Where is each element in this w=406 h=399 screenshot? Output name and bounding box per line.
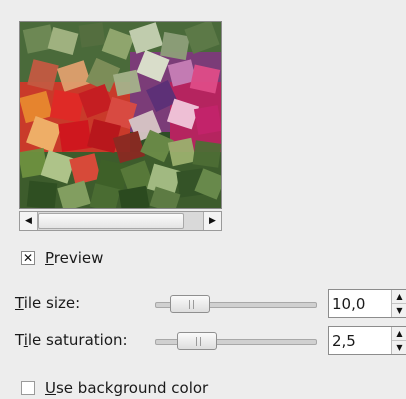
spin-up-icon[interactable]: ▲ [392, 290, 406, 304]
preview-toggle[interactable]: ✕ Preview [21, 249, 103, 267]
tile-size-value[interactable]: 10,0 [332, 295, 365, 313]
spin-down-icon[interactable]: ▼ [392, 304, 406, 317]
tile-size-spinbutton[interactable]: 10,0 ▲ ▼ [328, 289, 406, 318]
tile-size-label-rest: ile size: [23, 294, 81, 312]
tile-saturation-label-prefix: T [15, 331, 24, 349]
tile-saturation-spin-buttons[interactable]: ▲ ▼ [391, 327, 406, 354]
tile-saturation-label: Tile saturation: [15, 331, 128, 349]
preview-label-mnemonic: P [45, 249, 54, 267]
tile-saturation-slider[interactable] [155, 332, 317, 350]
tile-saturation-slider-handle[interactable] [177, 332, 217, 350]
scroll-left-arrow-icon[interactable]: ◀ [20, 212, 38, 230]
preview-horizontal-scrollbar[interactable]: ◀ ▶ [19, 211, 222, 231]
tile-size-label-mnemonic: T [15, 294, 24, 312]
spin-down-icon[interactable]: ▼ [392, 341, 406, 354]
preview-label-rest: review [53, 249, 104, 267]
tile-size-label: Tile size: [15, 294, 80, 312]
spin-up-icon[interactable]: ▲ [392, 327, 406, 341]
tile-size-slider-handle[interactable] [170, 295, 210, 313]
use-background-color-checkbox[interactable] [21, 381, 35, 395]
tile-saturation-label-rest: le saturation: [27, 331, 128, 349]
tile-saturation-value[interactable]: 2,5 [332, 332, 356, 350]
use-background-color-toggle[interactable]: Use background color [21, 379, 208, 397]
scroll-right-arrow-icon[interactable]: ▶ [203, 212, 221, 230]
mosaic-preview-graphic [20, 22, 221, 208]
tile-saturation-spinbutton[interactable]: 2,5 ▲ ▼ [328, 326, 406, 355]
use-background-color-label: Use background color [45, 379, 208, 397]
use-background-color-label-rest: se background color [55, 379, 209, 397]
preview-label: Preview [45, 249, 103, 267]
scrollbar-thumb[interactable] [38, 213, 184, 229]
use-background-color-label-mnemonic: U [45, 379, 56, 397]
tile-size-spin-buttons[interactable]: ▲ ▼ [391, 290, 406, 317]
preview-checkbox[interactable]: ✕ [21, 251, 35, 265]
preview-image[interactable] [19, 21, 222, 209]
tile-size-slider[interactable] [155, 295, 317, 313]
